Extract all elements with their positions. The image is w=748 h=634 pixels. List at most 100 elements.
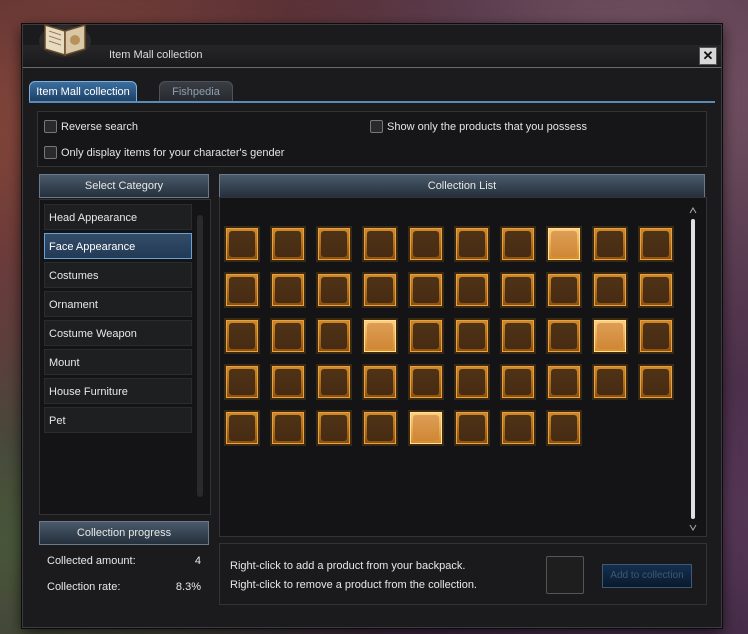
collection-slot[interactable] xyxy=(408,318,444,354)
category-item[interactable]: Mount xyxy=(44,349,192,375)
collection-slot[interactable] xyxy=(546,364,582,400)
collection-slot[interactable] xyxy=(592,318,628,354)
kunai-icon xyxy=(551,369,577,395)
scroll-up-icon xyxy=(689,207,697,214)
face-icon xyxy=(643,277,669,303)
collection-slot[interactable] xyxy=(270,318,306,354)
star-mask-icon xyxy=(275,415,301,441)
category-item[interactable]: Ornament xyxy=(44,291,192,317)
collection-scrollbar[interactable] xyxy=(689,207,697,533)
collection-slot[interactable] xyxy=(224,272,260,308)
collected-amount-value: 4 xyxy=(194,555,201,567)
collection-slot[interactable] xyxy=(546,226,582,262)
mask-icon xyxy=(505,415,531,441)
own-only-option[interactable]: Show only the products that you possess xyxy=(370,120,587,133)
collection-slot[interactable] xyxy=(224,364,260,400)
collection-slot[interactable] xyxy=(316,410,352,446)
collection-slot[interactable] xyxy=(500,364,536,400)
collection-slot[interactable] xyxy=(546,318,582,354)
own-only-label: Show only the products that you possess xyxy=(387,120,587,133)
cap-icon xyxy=(413,231,439,257)
gender-only-option[interactable]: Only display items for your character's … xyxy=(44,146,284,159)
collection-slot[interactable] xyxy=(362,272,398,308)
collection-slot[interactable] xyxy=(500,226,536,262)
category-item[interactable]: Costumes xyxy=(44,262,192,288)
mask-icon xyxy=(321,277,347,303)
collection-slot[interactable] xyxy=(592,272,628,308)
collection-slot[interactable] xyxy=(408,364,444,400)
gender-only-checkbox[interactable] xyxy=(44,146,57,159)
category-item[interactable]: Face Appearance xyxy=(44,233,192,259)
collection-slot[interactable] xyxy=(592,364,628,400)
collection-slot[interactable] xyxy=(362,410,398,446)
pet-icon xyxy=(551,415,577,441)
scroll-icon xyxy=(459,415,485,441)
collection-slot[interactable] xyxy=(592,226,628,262)
collected-amount-label: Collected amount: xyxy=(47,555,136,567)
category-scrollbar[interactable] xyxy=(197,215,203,497)
bottle-icon xyxy=(643,323,669,349)
own-only-checkbox[interactable] xyxy=(370,120,383,133)
collection-rate-label: Collection rate: xyxy=(47,581,121,593)
category-item[interactable]: House Furniture xyxy=(44,378,192,404)
collection-slot[interactable] xyxy=(316,364,352,400)
collection-slot[interactable] xyxy=(500,410,536,446)
collection-slot[interactable] xyxy=(454,226,490,262)
reverse-search-checkbox[interactable] xyxy=(44,120,57,133)
visor-icon xyxy=(413,369,439,395)
collection-slot[interactable] xyxy=(638,272,674,308)
collection-slot[interactable] xyxy=(316,272,352,308)
mask-icon xyxy=(275,323,301,349)
collection-slot[interactable] xyxy=(362,364,398,400)
brush-icon xyxy=(229,277,255,303)
collection-slot[interactable] xyxy=(362,226,398,262)
tab-fishpedia[interactable]: Fishpedia xyxy=(159,81,233,103)
collection-slot[interactable] xyxy=(454,364,490,400)
collection-slot[interactable] xyxy=(408,410,444,446)
collection-slot[interactable] xyxy=(224,410,260,446)
collection-slot[interactable] xyxy=(270,272,306,308)
collection-slot[interactable] xyxy=(638,364,674,400)
select-category-header: Select Category xyxy=(39,174,209,198)
collection-slot[interactable] xyxy=(454,272,490,308)
collection-slot[interactable] xyxy=(638,318,674,354)
collection-slot[interactable] xyxy=(546,272,582,308)
reverse-search-option[interactable]: Reverse search xyxy=(44,120,138,133)
collection-slot[interactable] xyxy=(638,226,674,262)
glasses-icon xyxy=(229,369,255,395)
collection-list-header: Collection List xyxy=(219,174,705,198)
collection-slot[interactable] xyxy=(224,318,260,354)
collection-slot[interactable] xyxy=(316,226,352,262)
category-item[interactable]: Pet xyxy=(44,407,192,433)
category-scroll-thumb[interactable] xyxy=(197,215,203,497)
collection-rate-value: 8.3% xyxy=(175,581,201,593)
close-button[interactable]: ✕ xyxy=(699,47,717,65)
pendant-icon xyxy=(459,277,485,303)
reverse-search-label: Reverse search xyxy=(61,120,139,133)
collection-slot[interactable] xyxy=(270,364,306,400)
collection-slot[interactable] xyxy=(316,318,352,354)
hint-add: Right-click to add a product from your b… xyxy=(230,560,466,572)
collection-slot[interactable] xyxy=(408,226,444,262)
collection-slot[interactable] xyxy=(224,226,260,262)
tab-item-mall-collection[interactable]: Item Mall collection xyxy=(29,81,137,103)
collection-slot[interactable] xyxy=(362,318,398,354)
collection-progress: Collection progress Collected amount: 4 … xyxy=(39,521,209,601)
bottle-icon xyxy=(551,277,577,303)
collection-slot[interactable] xyxy=(270,226,306,262)
collection-slot[interactable] xyxy=(500,318,536,354)
scroll-down-icon xyxy=(689,524,697,531)
category-item[interactable]: Head Appearance xyxy=(44,204,192,230)
collection-slot[interactable] xyxy=(270,410,306,446)
collection-slot[interactable] xyxy=(454,410,490,446)
collection-slot[interactable] xyxy=(500,272,536,308)
register-slot[interactable] xyxy=(546,556,584,594)
ring-icon xyxy=(597,323,623,349)
collection-slot[interactable] xyxy=(408,272,444,308)
face-icon xyxy=(229,323,255,349)
add-to-collection-button[interactable]: Add to collection xyxy=(602,564,692,588)
category-item[interactable]: Costume Weapon xyxy=(44,320,192,346)
collection-slot[interactable] xyxy=(454,318,490,354)
collection-slot[interactable] xyxy=(546,410,582,446)
mirror-icon xyxy=(597,277,623,303)
